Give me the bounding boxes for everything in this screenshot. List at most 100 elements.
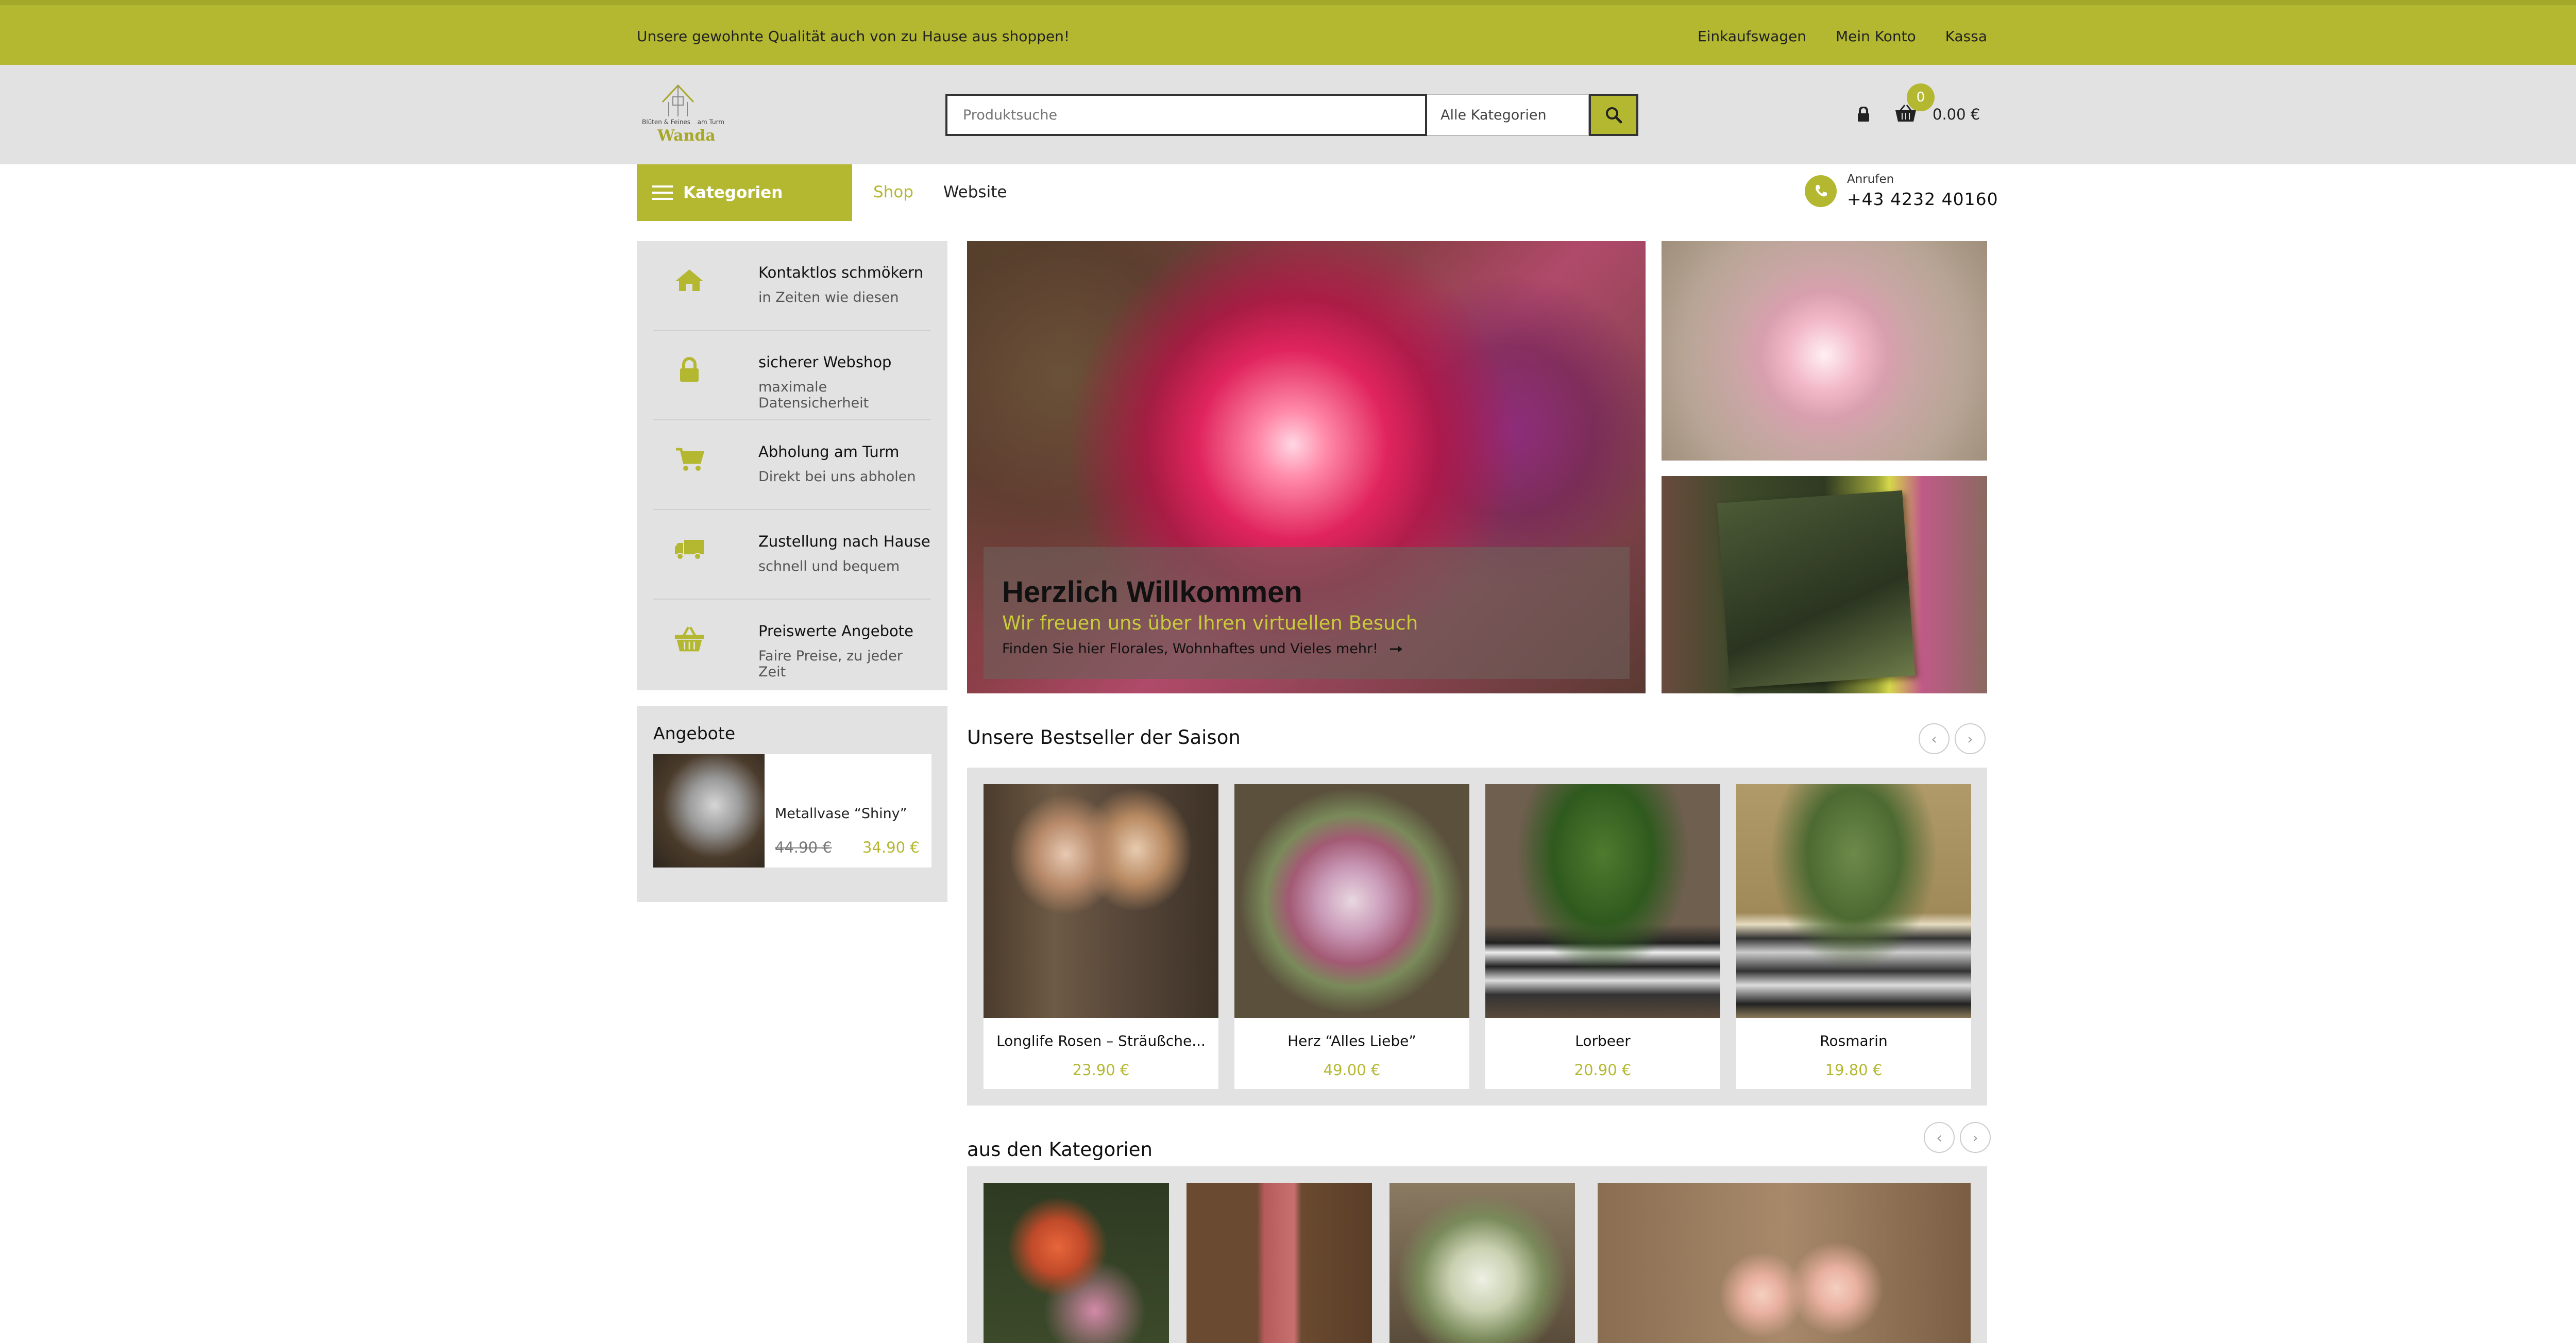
offer-new-price: 34.90 € [862,839,920,856]
product-image[interactable] [1485,784,1720,1018]
phone-number: +43 4232 40160 [1847,189,1998,209]
product-price: 19.80 € [1825,1061,1883,1079]
header-actions: 0 0.00 € [1857,83,1980,130]
nav-website[interactable]: Website [943,183,1007,201]
category-image-grave[interactable] [984,1183,1169,1343]
categories-label: Kategorien [683,183,783,202]
product-name[interactable]: Rosmarin [1736,1032,1971,1049]
phone-contact[interactable]: Anrufen +43 4232 40160 [1805,173,1998,209]
logo-wordmark: Wanda [657,127,716,145]
product-price: 23.90 € [1072,1061,1130,1079]
basket-icon [674,623,705,654]
cart-total[interactable]: 0.00 € [1933,106,1980,123]
product-card[interactable]: Rosmarin 19.80 € [1736,784,1971,1089]
product-price: 49.00 € [1323,1061,1381,1079]
link-kassa[interactable]: Kassa [1945,28,1987,45]
product-image[interactable] [1736,784,1971,1018]
offers-title: Angebote [653,723,736,743]
nav-shop[interactable]: Shop [873,183,913,201]
search-input[interactable] [945,94,1427,136]
feature-title: sicherer Webshop [758,353,892,371]
hero-caption: Herzlich Willkommen Wir freuen uns über … [984,547,1630,679]
main-nav: Shop Website [873,183,1031,201]
prev-arrow-button[interactable]: ‹ [1924,1122,1955,1153]
cart-button[interactable]: 0 [1894,83,1935,125]
menu-icon [652,185,673,200]
product-image[interactable] [984,784,1218,1018]
cart-count-badge: 0 [1907,83,1935,111]
categories-button[interactable]: Kategorien [637,164,852,221]
feature-sub: in Zeiten wie diesen [758,290,899,305]
banner-flower[interactable] [1662,241,1987,461]
next-arrow-button[interactable]: › [1960,1122,1991,1153]
search-button[interactable] [1589,94,1638,136]
feature-item: sicherer Webshop maximale Datensicherhei… [653,331,931,420]
offers-panel: Angebote Metallvase “Shiny” 44.90 € 34.9… [637,706,947,902]
link-mein-konto[interactable]: Mein Konto [1836,28,1916,45]
feature-sub: schnell und bequem [758,558,900,574]
top-bar: Unsere gewohnte Qualität auch von zu Hau… [0,0,2576,65]
arrow-right-icon [1389,646,1402,652]
promo-text: Unsere gewohnte Qualität auch von zu Hau… [637,28,1070,45]
phone-icon [1805,175,1837,207]
hero-text: Finden Sie hier Florales, Wohnhaftes und… [1002,641,1378,657]
offer-image[interactable] [653,754,765,868]
feature-sub: Direkt bei uns abholen [758,469,916,485]
categories-title: aus den Kategorien [967,1138,1153,1161]
bestseller-title: Unsere Bestseller der Saison [967,726,1241,749]
feature-sub: maximale Datensicherheit [758,379,869,411]
category-image-bottle[interactable] [1187,1183,1372,1343]
product-price: 20.90 € [1574,1061,1632,1079]
truck-icon [674,534,705,565]
feature-item: Preiswerte Angebote Faire Preise, zu jed… [653,600,931,689]
logo-tagline: Blüten & Feines am Turm [642,118,724,126]
offer-old-price: 44.90 € [775,839,832,856]
category-image-bouquet[interactable] [1389,1183,1575,1343]
logo[interactable]: Blüten & Feines am Turm Wanda [637,77,730,149]
feature-title: Zustellung nach Hause [758,533,930,550]
product-image[interactable] [1234,784,1469,1018]
header: Blüten & Feines am Turm Wanda Alle Kateg… [0,65,2576,164]
feature-title: Preiswerte Angebote [758,622,914,640]
tower-logo-icon [662,84,694,116]
product-card[interactable]: Longlife Rosen – Sträußche... 23.90 € [984,784,1218,1089]
feature-item: Zustellung nach Hause schnell und bequem [653,510,931,600]
category-select[interactable]: Alle Kategorien [1427,94,1589,136]
feature-title: Kontaktlos schmökern [758,264,923,281]
banner-magazine[interactable] [1662,476,1987,693]
lock-icon[interactable] [1857,107,1870,122]
bestseller-carousel: Longlife Rosen – Sträußche... 23.90 € He… [967,768,1987,1106]
product-card[interactable]: Lorbeer 20.90 € [1485,784,1720,1089]
product-name[interactable]: Herz “Alles Liebe” [1234,1032,1469,1049]
link-einkaufswagen[interactable]: Einkaufswagen [1698,28,1806,45]
offer-name[interactable]: Metallvase “Shiny” [775,806,907,822]
next-arrow-button[interactable]: › [1955,723,1986,754]
search-bar: Alle Kategorien [945,94,1638,136]
hero-link[interactable]: Finden Sie hier Florales, Wohnhaftes und… [1002,641,1403,657]
logo-tagline-left: Blüten & Feines [642,118,691,126]
features-panel: Kontaktlos schmökern in Zeiten wie diese… [637,241,947,690]
hero-slider[interactable]: Herzlich Willkommen Wir freuen uns über … [967,241,1646,693]
feature-sub: Faire Preise, zu jeder Zeit [758,648,903,680]
feature-item: Abholung am Turm Direkt bei uns abholen [653,420,931,510]
feature-item: Kontaktlos schmökern in Zeiten wie diese… [653,241,931,331]
hero-heading: Herzlich Willkommen [1002,575,1302,609]
home-icon [674,265,705,296]
product-name[interactable]: Longlife Rosen – Sträußche... [984,1032,1218,1049]
categories-carousel [967,1166,1987,1343]
bestseller-arrows: ‹ › [1913,723,1986,754]
categories-arrows: ‹ › [1919,1122,1991,1153]
phone-label: Anrufen [1847,173,1894,186]
offer-card[interactable]: Metallvase “Shiny” 44.90 € 34.90 € [653,754,931,868]
lock-icon [674,354,705,385]
product-name[interactable]: Lorbeer [1485,1032,1720,1049]
hero-subheading: Wir freuen uns über Ihren virtuellen Bes… [1002,612,1418,634]
feature-title: Abholung am Turm [758,443,900,461]
product-card[interactable]: Herz “Alles Liebe” 49.00 € [1234,784,1469,1089]
prev-arrow-button[interactable]: ‹ [1919,723,1950,754]
category-image-ranunculus[interactable] [1598,1183,1971,1343]
search-icon [1606,107,1622,124]
nav-row: Kategorien Shop Website Anrufen +43 4232… [0,164,2576,221]
cart-icon [674,444,705,475]
logo-tagline-right: am Turm [697,118,724,126]
